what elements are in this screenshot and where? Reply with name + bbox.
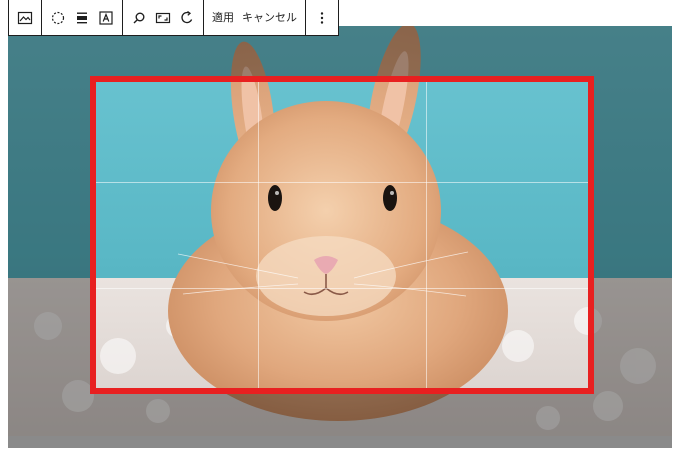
- crop-frame[interactable]: [90, 76, 594, 394]
- image-canvas[interactable]: [8, 26, 672, 436]
- more-vertical-icon[interactable]: [310, 4, 334, 32]
- image-editor: 適用 キャンセル: [0, 0, 680, 453]
- toolbar-group-block: [9, 0, 42, 35]
- toolbar-group-style: [42, 0, 123, 35]
- toolbar-group-options: [306, 0, 338, 35]
- align-icon[interactable]: [70, 4, 94, 32]
- image-icon[interactable]: [13, 4, 37, 32]
- toolbar-group-crop: [123, 0, 204, 35]
- aspect-ratio-icon[interactable]: [151, 4, 175, 32]
- cancel-button[interactable]: キャンセル: [238, 4, 301, 32]
- zoom-icon[interactable]: [127, 4, 151, 32]
- toolbar-group-actions: 適用 キャンセル: [204, 0, 306, 35]
- block-toolbar: 適用 キャンセル: [8, 0, 339, 36]
- apply-button[interactable]: 適用: [208, 4, 238, 32]
- dashed-circle-icon[interactable]: [46, 4, 70, 32]
- text-overlay-icon[interactable]: [94, 4, 118, 32]
- rotate-icon[interactable]: [175, 4, 199, 32]
- image-bottom-edge: [8, 436, 672, 448]
